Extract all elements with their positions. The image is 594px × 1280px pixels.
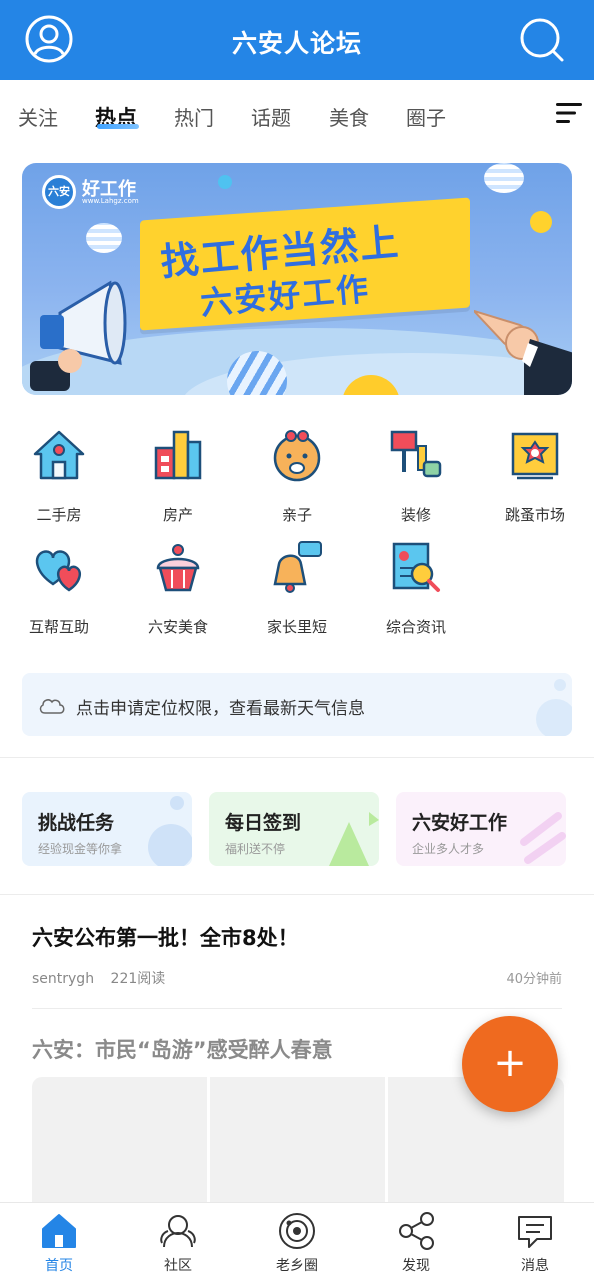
divider xyxy=(0,757,594,758)
post-title[interactable]: 六安公布第一批！全市8处！ xyxy=(32,922,299,952)
banner-decor xyxy=(218,175,232,189)
tab-follow[interactable]: 关注 xyxy=(18,102,58,131)
create-post-button[interactable]: + xyxy=(462,1016,558,1112)
category-decoration[interactable]: 装修 xyxy=(357,428,475,525)
category-label: 综合资讯 xyxy=(385,618,446,636)
cupcake-icon xyxy=(156,544,200,592)
category-local-food[interactable]: 六安美食 xyxy=(119,540,237,637)
post-thumbnail[interactable] xyxy=(32,1077,207,1202)
share-icon xyxy=(399,1212,434,1250)
card-decor xyxy=(170,796,184,810)
card-lu-an-jobs[interactable]: 六安好工作 企业多人才多 xyxy=(396,792,566,866)
category-label: 六安美食 xyxy=(147,618,208,636)
category-flea-market[interactable]: 跳蚤市场 xyxy=(476,428,594,525)
nav-messages[interactable]: 消息 xyxy=(476,1203,594,1280)
app-header: 六安人论坛 xyxy=(0,0,594,80)
category-label: 装修 xyxy=(400,506,431,524)
category-secondhand-house[interactable]: 二手房 xyxy=(0,428,118,525)
tab-topics[interactable]: 话题 xyxy=(251,102,291,131)
post-meta: sentrygh 221阅读 xyxy=(32,968,177,988)
weather-text: 点击申请定位权限，查看最新天气信息 xyxy=(76,699,365,719)
divider xyxy=(0,894,594,895)
post-title[interactable]: 六安：市民“岛游”感受醉人春意 xyxy=(32,1034,333,1064)
category-label: 跳蚤市场 xyxy=(504,506,565,524)
category-label: 亲子 xyxy=(281,506,312,524)
banner-decor xyxy=(530,211,552,233)
card-subtitle: 经验现金等你拿 xyxy=(38,842,123,856)
weather-decor xyxy=(554,679,566,691)
community-icon xyxy=(160,1215,196,1248)
category-parenting[interactable]: 亲子 xyxy=(238,428,356,525)
card-title: 每日签到 xyxy=(225,812,302,834)
category-label: 互帮互助 xyxy=(28,618,89,636)
banner-decor xyxy=(86,223,122,253)
active-tab-indicator xyxy=(97,124,139,129)
search-icon[interactable] xyxy=(518,16,566,64)
promo-banner[interactable]: 六安 好工作 www.Lahgz.com 找工作当然上 六安好工作 xyxy=(22,163,572,395)
nav-label: 消息 xyxy=(521,1258,549,1274)
bottom-navigation: 首页 社区 老乡圈 发现 消息 xyxy=(0,1202,594,1280)
banner-decor xyxy=(484,163,524,193)
category-family-talk[interactable]: 家长里短 xyxy=(238,540,356,637)
hearts-icon xyxy=(35,550,82,592)
card-decor xyxy=(148,824,192,866)
weather-permission-bar[interactable]: 点击申请定位权限，查看最新天气信息 xyxy=(22,673,572,736)
post-author[interactable]: sentrygh xyxy=(32,971,94,987)
card-title: 六安好工作 xyxy=(412,812,508,834)
category-mutual-help[interactable]: 互帮互助 xyxy=(0,540,118,637)
menu-icon[interactable] xyxy=(556,102,582,124)
tab-popular[interactable]: 热门 xyxy=(174,102,214,131)
paint-roller-icon xyxy=(390,430,442,478)
category-real-estate[interactable]: 房产 xyxy=(119,428,237,525)
plus-icon: + xyxy=(493,1040,527,1086)
category-tabs: 关注 热点 热门 话题 美食 圈子 xyxy=(0,80,594,152)
pointing-hand-icon xyxy=(474,309,572,395)
post-reads: 221阅读 xyxy=(110,971,166,987)
buildings-icon xyxy=(154,430,202,480)
card-subtitle: 企业多人才多 xyxy=(412,842,485,856)
app-title: 六安人论坛 xyxy=(231,29,362,58)
home-icon xyxy=(42,1214,76,1248)
nav-label: 老乡圈 xyxy=(276,1258,318,1274)
nav-label: 社区 xyxy=(164,1258,192,1274)
nav-hometown-circle[interactable]: 老乡圈 xyxy=(238,1203,356,1280)
bell-chat-icon xyxy=(273,541,322,593)
report-search-icon xyxy=(392,542,440,592)
category-label: 房产 xyxy=(162,506,193,524)
card-challenge-tasks[interactable]: 挑战任务 经验现金等你拿 xyxy=(22,792,192,866)
category-label: 二手房 xyxy=(36,506,82,524)
card-daily-checkin[interactable]: 每日签到 福利送不停 xyxy=(209,792,379,866)
nav-discover[interactable]: 发现 xyxy=(357,1203,475,1280)
tab-food[interactable]: 美食 xyxy=(329,102,369,131)
tab-circles[interactable]: 圈子 xyxy=(406,102,446,131)
cloud-icon xyxy=(39,699,65,714)
post-time: 40分钟前 xyxy=(506,972,562,987)
nav-home[interactable]: 首页 xyxy=(0,1203,118,1280)
message-icon xyxy=(518,1216,552,1248)
banner-logo-url: www.Lahgz.com xyxy=(82,197,139,205)
nav-community[interactable]: 社区 xyxy=(119,1203,237,1280)
planet-icon xyxy=(279,1213,315,1249)
card-decor xyxy=(520,812,566,864)
house-icon xyxy=(33,430,85,480)
card-subtitle: 福利送不停 xyxy=(225,842,286,856)
category-news[interactable]: 综合资讯 xyxy=(357,540,475,637)
badge-icon xyxy=(511,432,559,480)
card-decor xyxy=(329,812,379,866)
nav-label: 发现 xyxy=(402,1258,430,1274)
nav-label: 首页 xyxy=(45,1258,73,1274)
card-title: 挑战任务 xyxy=(38,812,115,834)
category-label: 家长里短 xyxy=(266,618,327,636)
post-thumbnail[interactable] xyxy=(210,1077,385,1202)
baby-icon xyxy=(273,430,321,482)
banner-logo-badge: 六安 xyxy=(42,175,76,209)
divider xyxy=(32,1008,562,1009)
megaphone-icon xyxy=(30,280,127,391)
weather-decor xyxy=(536,699,572,736)
